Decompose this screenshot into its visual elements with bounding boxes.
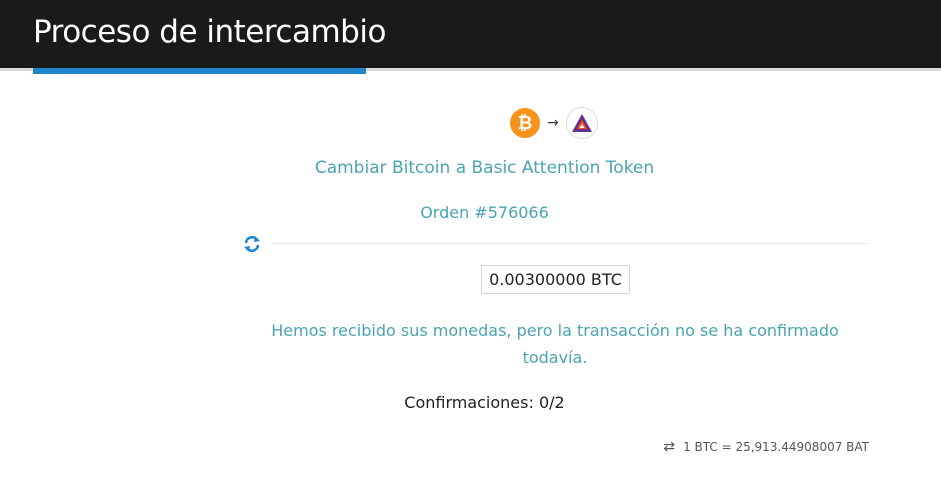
swap-arrows-icon: ⇄ bbox=[663, 439, 676, 455]
page-title: Proceso de intercambio bbox=[33, 14, 386, 50]
bitcoin-icon: ₿ bbox=[510, 108, 540, 138]
status-message: Hemos recibido sus monedas, pero la tran… bbox=[271, 321, 839, 367]
divider bbox=[271, 243, 868, 244]
arrow-right-icon: → bbox=[547, 115, 559, 131]
active-tab-indicator bbox=[33, 68, 366, 74]
exchange-description: Cambiar Bitcoin a Basic Attention Token bbox=[314, 158, 655, 178]
exchange-rate-text: 1 BTC = 25,913.44908007 BAT bbox=[683, 440, 869, 454]
header-bar: Proceso de intercambio bbox=[0, 0, 941, 71]
refresh-icon[interactable] bbox=[243, 235, 261, 253]
exchange-rate: ⇄ 1 BTC = 25,913.44908007 BAT bbox=[663, 439, 869, 455]
amount-box: 0.00300000 BTC bbox=[481, 265, 630, 294]
order-number: Orden #576066 bbox=[420, 203, 549, 222]
basic-attention-token-icon bbox=[565, 107, 598, 139]
confirmations: Confirmaciones: 0/2 bbox=[404, 393, 565, 412]
exchange-pair: ₿ → bbox=[510, 106, 598, 140]
